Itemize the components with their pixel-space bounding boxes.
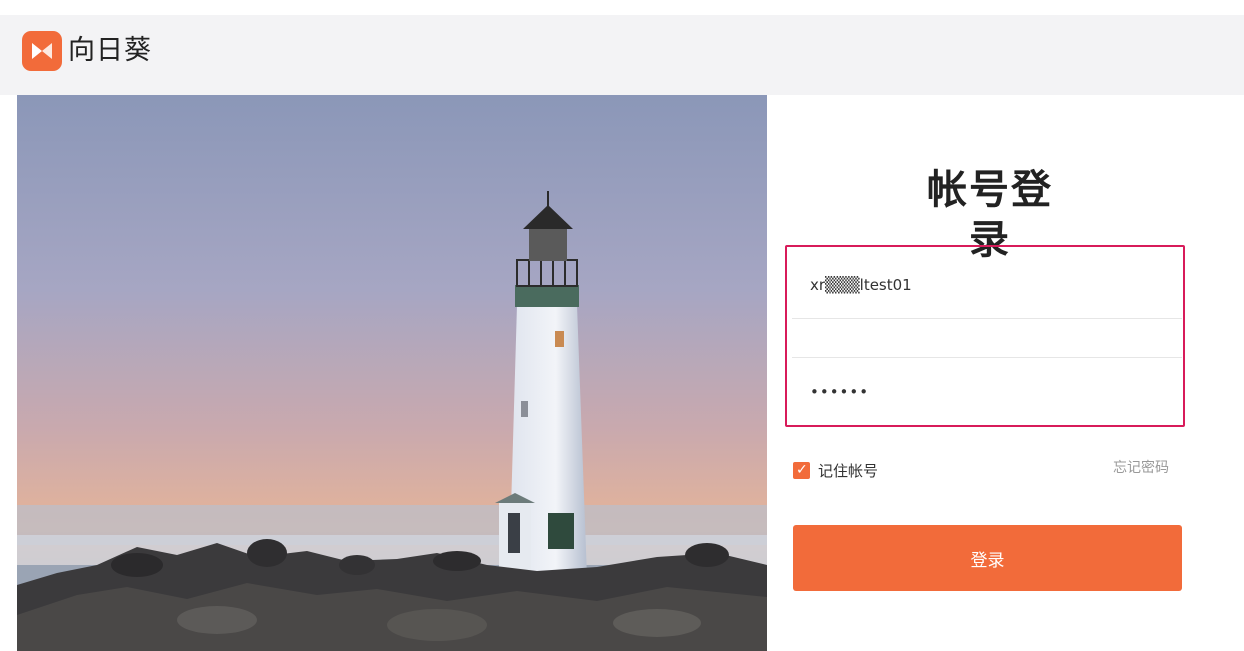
blank-input[interactable] [792,320,1182,358]
login-button[interactable]: 登录 [793,525,1182,591]
password-input[interactable] [792,373,1182,411]
remember-account-checkbox[interactable]: ✓ [793,462,810,479]
top-bar [0,15,1244,95]
brand-name: 向日葵 [68,35,152,66]
field-divider [792,357,1182,358]
field-divider [792,318,1182,319]
sunlogin-logo-icon [22,31,62,71]
remember-account-label[interactable]: 记住帐号 [818,461,878,481]
hero-image [17,95,767,651]
username-input[interactable] [792,266,1182,304]
forgot-password-link[interactable]: 忘记密码 [1113,458,1169,478]
check-icon: ✓ [796,462,808,478]
